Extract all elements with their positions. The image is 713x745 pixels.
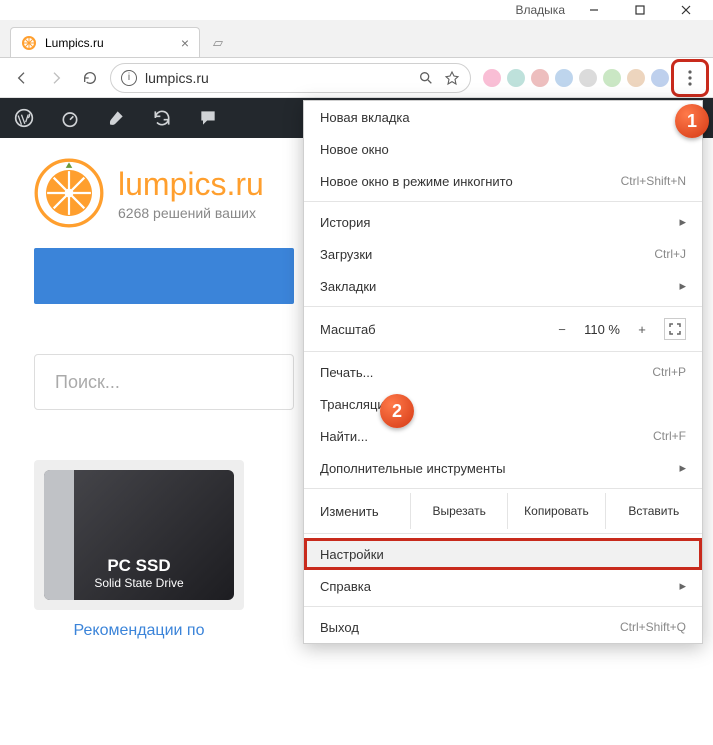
- chrome-menu-button[interactable]: [675, 63, 705, 93]
- menu-history[interactable]: История▸: [304, 206, 702, 238]
- zoom-out-button[interactable]: −: [550, 317, 574, 341]
- menu-more-tools[interactable]: Дополнительные инструменты▸: [304, 452, 702, 484]
- extension-icon[interactable]: [627, 69, 645, 87]
- back-button[interactable]: [8, 64, 36, 92]
- menu-cast[interactable]: Трансляция...: [304, 388, 702, 420]
- menu-exit[interactable]: ВыходCtrl+Shift+Q: [304, 611, 702, 643]
- dashboard-icon[interactable]: [60, 108, 80, 128]
- extension-icon[interactable]: [507, 69, 525, 87]
- omnibox[interactable]: i lumpics.ru: [110, 63, 471, 93]
- profile-name[interactable]: Владыка: [516, 3, 566, 17]
- tab-title: Lumpics.ru: [45, 36, 104, 50]
- zoom-icon[interactable]: [418, 70, 434, 86]
- reload-button[interactable]: [76, 64, 104, 92]
- menu-find[interactable]: Найти...Ctrl+F: [304, 420, 702, 452]
- paste-button[interactable]: Вставить: [605, 493, 702, 529]
- zoom-value: 110 %: [584, 322, 620, 337]
- zoom-in-button[interactable]: +: [630, 317, 654, 341]
- site-info-icon[interactable]: i: [121, 70, 137, 86]
- wordpress-icon[interactable]: [14, 108, 34, 128]
- menu-new-tab[interactable]: Новая вкладка: [304, 101, 702, 133]
- new-tab-button[interactable]: ▱: [204, 32, 232, 54]
- maximize-button[interactable]: [617, 0, 663, 20]
- callout-badge-1: 1: [675, 104, 709, 138]
- site-search-input[interactable]: Поиск...: [34, 354, 294, 410]
- bookmark-star-icon[interactable]: [444, 70, 460, 86]
- menu-incognito[interactable]: Новое окно в режиме инкогнитоCtrl+Shift+…: [304, 165, 702, 197]
- site-logo: [34, 158, 104, 228]
- brush-icon[interactable]: [106, 108, 126, 128]
- edit-label: Изменить: [320, 504, 410, 519]
- comment-icon[interactable]: [198, 108, 218, 128]
- site-tagline: 6268 решений ваших: [118, 205, 264, 221]
- menu-edit-row: Изменить Вырезать Копировать Вставить: [304, 493, 702, 529]
- toolbar: i lumpics.ru: [0, 58, 713, 98]
- browser-tab[interactable]: Lumpics.ru ×: [10, 27, 200, 57]
- chrome-menu: Новая вкладка Новое окно Новое окно в ре…: [303, 100, 703, 644]
- tab-strip: Lumpics.ru × ▱: [0, 20, 713, 58]
- hero-banner[interactable]: [34, 248, 294, 304]
- window-titlebar: Владыка: [0, 0, 713, 20]
- forward-button[interactable]: [42, 64, 70, 92]
- extension-icon[interactable]: [579, 69, 597, 87]
- extension-icons: [483, 69, 669, 87]
- menu-settings[interactable]: Настройки: [304, 538, 702, 570]
- ssd-thumbnail: PC SSDSolid State Drive: [44, 470, 234, 600]
- menu-bookmarks[interactable]: Закладки▸: [304, 270, 702, 302]
- url-text: lumpics.ru: [145, 70, 209, 86]
- callout-badge-2: 2: [380, 394, 414, 428]
- extension-icon[interactable]: [651, 69, 669, 87]
- minimize-button[interactable]: [571, 0, 617, 20]
- article-card[interactable]: PC SSDSolid State Drive Рекомендации по: [34, 460, 244, 640]
- extension-icon[interactable]: [555, 69, 573, 87]
- menu-print[interactable]: Печать...Ctrl+P: [304, 356, 702, 388]
- zoom-label: Масштаб: [320, 322, 376, 337]
- fullscreen-button[interactable]: [664, 318, 686, 340]
- refresh-icon[interactable]: [152, 108, 172, 128]
- menu-help[interactable]: Справка▸: [304, 570, 702, 602]
- search-placeholder: Поиск...: [55, 372, 120, 393]
- extension-icon[interactable]: [483, 69, 501, 87]
- cut-button[interactable]: Вырезать: [410, 493, 507, 529]
- copy-button[interactable]: Копировать: [507, 493, 604, 529]
- card-title: Рекомендации по: [34, 622, 244, 640]
- extension-icon[interactable]: [603, 69, 621, 87]
- menu-downloads[interactable]: ЗагрузкиCtrl+J: [304, 238, 702, 270]
- site-name: lumpics.ru: [118, 166, 264, 203]
- tab-close-icon[interactable]: ×: [181, 35, 189, 51]
- close-button[interactable]: [663, 0, 709, 20]
- favicon-lumpics: [21, 35, 37, 51]
- menu-zoom-row: Масштаб − 110 % +: [304, 311, 702, 347]
- menu-new-window[interactable]: Новое окно: [304, 133, 702, 165]
- extension-icon[interactable]: [531, 69, 549, 87]
